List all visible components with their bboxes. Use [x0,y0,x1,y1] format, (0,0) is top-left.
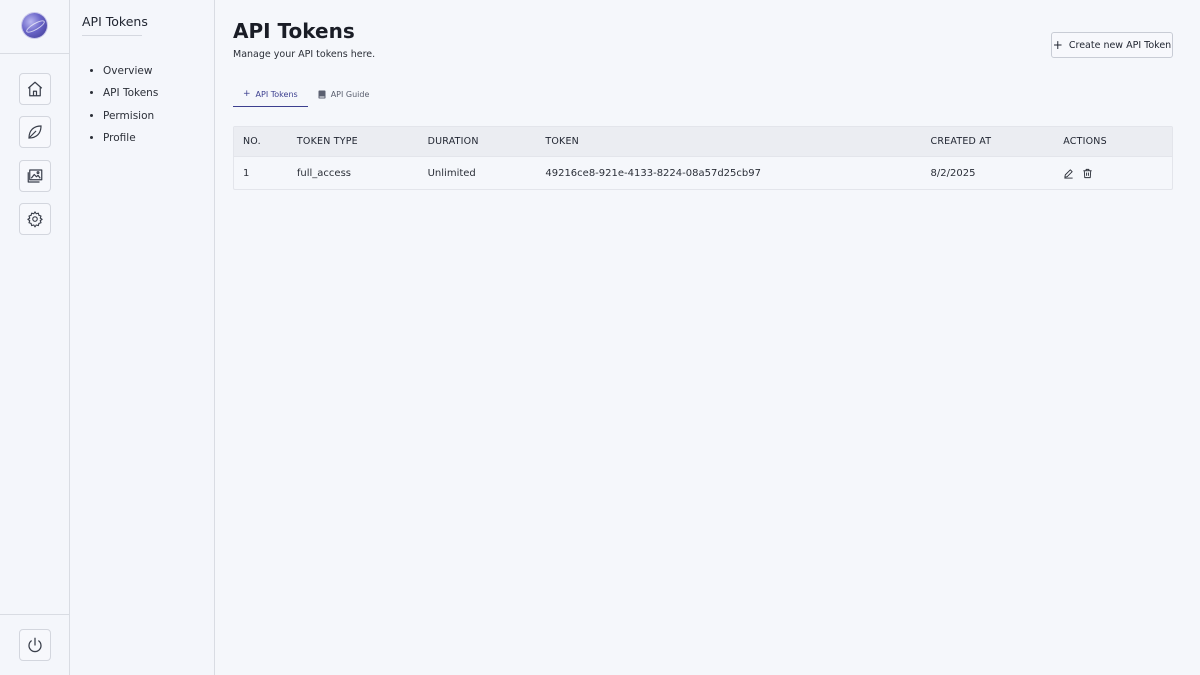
main-content: API Tokens Manage your API tokens here. … [215,0,1200,675]
sidebar-item-api-tokens[interactable]: API Tokens [103,82,158,104]
column-header-token-type: TOKEN TYPE [296,136,358,147]
trash-icon[interactable] [1082,168,1093,179]
secondary-sidebar: API Tokens Overview API Tokens Permision… [70,0,215,675]
icon-rail [0,0,70,675]
column-header-no: NO. [243,136,261,147]
tab-api-tokens[interactable]: + API Tokens [233,82,308,107]
tab-bar: + API Tokens API Guide [233,82,379,107]
leaf-icon [28,125,42,139]
table-row: 1 full_access Unlimited 49216ce8-921e-41… [234,156,1172,189]
plus-icon: + [243,89,251,99]
cell-token: 49216ce8-921e-4133-8224-08a57d25cb97 [545,167,761,179]
cell-duration: Unlimited [427,167,476,179]
gallery-icon [27,169,43,183]
power-icon [28,637,42,653]
book-icon [318,90,326,99]
create-token-label: Create new API Token [1068,39,1172,51]
home-icon [27,81,43,97]
tab-label: API Tokens [255,89,298,99]
gallery-button[interactable] [19,160,51,192]
create-token-button[interactable]: + Create new API Token [1051,32,1173,58]
tab-api-guide[interactable]: API Guide [308,82,380,107]
sidebar-menu: Overview API Tokens Permision Profile [103,60,158,149]
plus-icon: + [1052,38,1063,52]
edit-icon[interactable] [1063,168,1074,179]
logout-button[interactable] [19,629,51,661]
home-button[interactable] [19,73,51,105]
app-logo[interactable] [22,13,47,38]
leaf-button[interactable] [19,116,51,148]
rail-divider-bottom [0,614,69,615]
cell-created-at: 8/2/2025 [930,167,976,179]
column-header-duration: DURATION [427,136,479,147]
rail-divider [0,53,69,54]
page-title: API Tokens [233,19,355,43]
gear-icon [27,211,43,228]
sidebar-item-profile[interactable]: Profile [103,127,158,149]
page-subtitle: Manage your API tokens here. [233,49,376,60]
sidebar-item-overview[interactable]: Overview [103,60,158,82]
cell-no: 1 [243,167,250,179]
row-actions [1063,168,1172,179]
column-header-actions: ACTIONS [1063,136,1107,147]
settings-button[interactable] [19,203,51,235]
sidebar-title: API Tokens [82,14,148,36]
tab-label: API Guide [330,90,370,99]
column-header-created-at: CREATED AT [930,136,992,147]
column-header-token: TOKEN [545,136,579,147]
table-header: NO. TOKEN TYPE DURATION TOKEN CREATED AT… [234,127,1172,156]
sidebar-item-permission[interactable]: Permision [103,105,158,127]
tokens-table: NO. TOKEN TYPE DURATION TOKEN CREATED AT… [233,126,1173,190]
cell-token-type: full_access [296,167,352,179]
